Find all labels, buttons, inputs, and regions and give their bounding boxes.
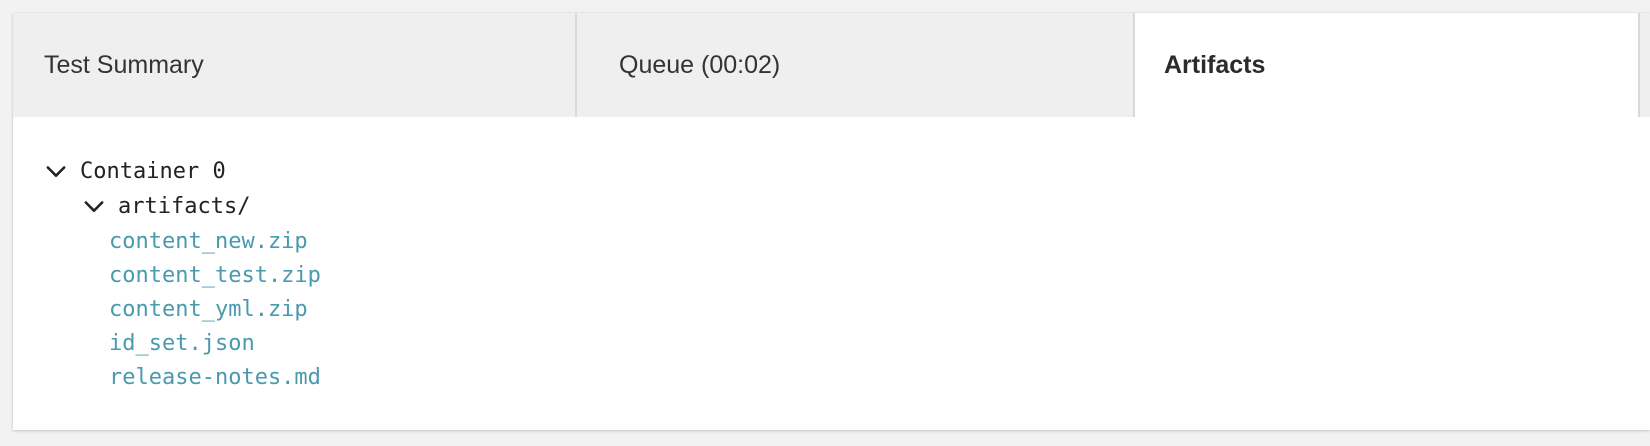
file-link-content-new[interactable]: content_new.zip bbox=[109, 229, 308, 254]
file-link-content-yml[interactable]: content_yml.zip bbox=[109, 297, 308, 322]
tab-label: Test Summary bbox=[44, 50, 204, 79]
tab-test-summary[interactable]: Test Summary bbox=[13, 13, 577, 117]
file-link-id-set[interactable]: id_set.json bbox=[109, 331, 255, 356]
tree-node-folder[interactable]: artifacts/ bbox=[80, 188, 250, 224]
tab-overflow bbox=[1640, 13, 1650, 117]
container-label: Container 0 bbox=[80, 158, 226, 184]
tree-node-container[interactable]: Container 0 bbox=[42, 153, 226, 189]
chevron-down-icon[interactable] bbox=[42, 157, 70, 185]
tab-queue[interactable]: Queue (00:02) bbox=[577, 13, 1135, 117]
tab-label: Artifacts bbox=[1164, 50, 1266, 79]
file-item[interactable]: content_test.zip bbox=[109, 257, 321, 293]
tab-bar: Test Summary Queue (00:02) Artifacts bbox=[13, 13, 1650, 117]
file-item[interactable]: content_yml.zip bbox=[109, 291, 308, 327]
file-item[interactable]: release-notes.md bbox=[109, 359, 321, 395]
tab-label: Queue (00:02) bbox=[619, 50, 781, 79]
file-link-content-test[interactable]: content_test.zip bbox=[109, 263, 321, 288]
artifacts-panel: Test Summary Queue (00:02) Artifacts Con… bbox=[13, 13, 1650, 430]
chevron-down-icon[interactable] bbox=[80, 192, 108, 220]
tab-artifacts[interactable]: Artifacts bbox=[1135, 13, 1640, 117]
file-item[interactable]: id_set.json bbox=[109, 325, 255, 361]
file-item[interactable]: content_new.zip bbox=[109, 223, 308, 259]
file-link-release-notes[interactable]: release-notes.md bbox=[109, 365, 321, 390]
folder-label: artifacts/ bbox=[118, 193, 251, 219]
